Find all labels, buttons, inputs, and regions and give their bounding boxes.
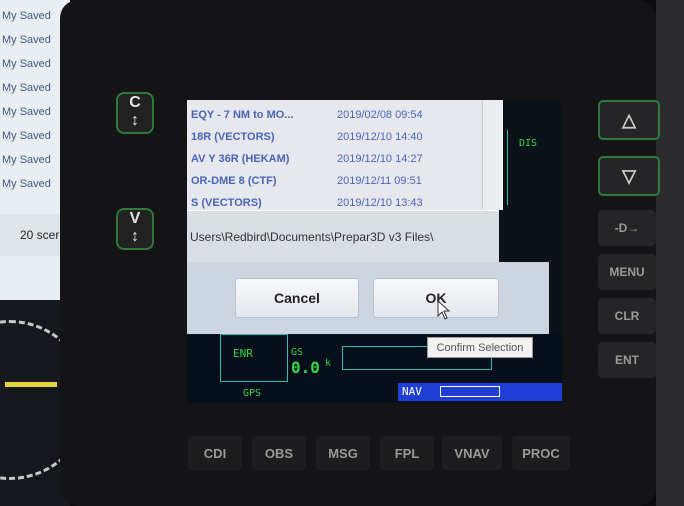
- yellow-needle: [5, 382, 57, 387]
- file-name: AV Y 36R (HEKAM): [191, 153, 290, 165]
- menu-key[interactable]: MENU: [598, 254, 656, 290]
- gs-label: GS: [291, 347, 304, 358]
- confirm-tooltip: Confirm Selection: [427, 337, 533, 358]
- nav-status-bar: NAV: [398, 383, 562, 401]
- file-list: EQY - 7 NM to MO... 2019/02/08 09:54 18R…: [187, 100, 482, 210]
- direct-to-key[interactable]: -D→: [598, 210, 656, 246]
- vloc-knob-label: V: [129, 210, 141, 227]
- file-name: 18R (VECTORS): [191, 131, 275, 143]
- dialog-button-area: Cancel OK: [187, 262, 549, 334]
- clr-key[interactable]: CLR: [598, 298, 656, 334]
- vloc-knob[interactable]: V ↕: [116, 208, 154, 250]
- file-name: S (VECTORS): [191, 197, 262, 209]
- folder-path: Users\Redbird\Documents\Prepar3D v3 File…: [190, 230, 434, 244]
- mouse-cursor-icon: [437, 300, 451, 320]
- file-date: 2019/02/08 09:54: [337, 109, 423, 121]
- file-entry: My Saved: [2, 154, 51, 166]
- gps-label: GPS: [243, 388, 262, 399]
- file-name: EQY - 7 NM to MO...: [191, 109, 294, 121]
- nav-indicator: [440, 386, 500, 397]
- cdi-softkey[interactable]: CDI: [188, 436, 242, 470]
- file-entry: My Saved: [2, 58, 51, 70]
- vnav-softkey[interactable]: VNAV: [442, 436, 502, 470]
- file-row[interactable]: S (VECTORS) 2019/12/10 13:43: [187, 193, 482, 210]
- dis-label: DIS: [519, 138, 538, 149]
- file-name: OR-DME 8 (CTF): [191, 175, 277, 187]
- file-date: 2019/12/10 14:27: [337, 153, 423, 165]
- screen-divider: [507, 130, 508, 205]
- gps-screen: EQY - 7 NM to MO... 2019/02/08 09:54 18R…: [187, 100, 562, 403]
- file-entry: My Saved: [2, 178, 51, 190]
- file-entry: My Saved: [2, 34, 51, 46]
- up-arrow-key[interactable]: △: [598, 100, 660, 140]
- gs-unit: k: [325, 358, 332, 369]
- nav-label: NAV: [402, 385, 422, 398]
- folder-path-bar: Users\Redbird\Documents\Prepar3D v3 File…: [187, 210, 499, 263]
- enr-label: ENR: [233, 347, 253, 360]
- proc-softkey[interactable]: PROC: [512, 436, 570, 470]
- right-background-panel: [656, 0, 684, 506]
- file-row[interactable]: EQY - 7 NM to MO... 2019/02/08 09:54: [187, 105, 482, 127]
- file-date: 2019/12/10 14:40: [337, 131, 423, 143]
- msg-softkey[interactable]: MSG: [316, 436, 370, 470]
- file-entry: My Saved: [2, 82, 51, 94]
- file-row[interactable]: OR-DME 8 (CTF) 2019/12/11 09:51: [187, 171, 482, 193]
- mode-cell: ENR: [220, 334, 288, 382]
- file-date: 2019/12/11 09:51: [337, 175, 422, 187]
- file-entry: My Saved: [2, 10, 51, 22]
- cancel-button[interactable]: Cancel: [235, 278, 359, 318]
- file-list-scrollbar[interactable]: [482, 100, 503, 210]
- file-row[interactable]: 18R (VECTORS) 2019/12/10 14:40: [187, 127, 482, 149]
- gs-value: 0.0: [291, 358, 320, 377]
- file-entry: My Saved: [2, 130, 51, 142]
- file-row[interactable]: AV Y 36R (HEKAM) 2019/12/10 14:27: [187, 149, 482, 171]
- fpl-softkey[interactable]: FPL: [380, 436, 434, 470]
- ok-button[interactable]: OK: [373, 278, 499, 318]
- file-date: 2019/12/10 13:43: [337, 197, 423, 209]
- file-entry: My Saved: [2, 106, 51, 118]
- down-arrow-key[interactable]: ▽: [598, 156, 660, 196]
- com-knob-label: C: [129, 94, 141, 111]
- obs-softkey[interactable]: OBS: [252, 436, 306, 470]
- com-knob[interactable]: C ↕: [116, 92, 154, 134]
- ent-key[interactable]: ENT: [598, 342, 656, 378]
